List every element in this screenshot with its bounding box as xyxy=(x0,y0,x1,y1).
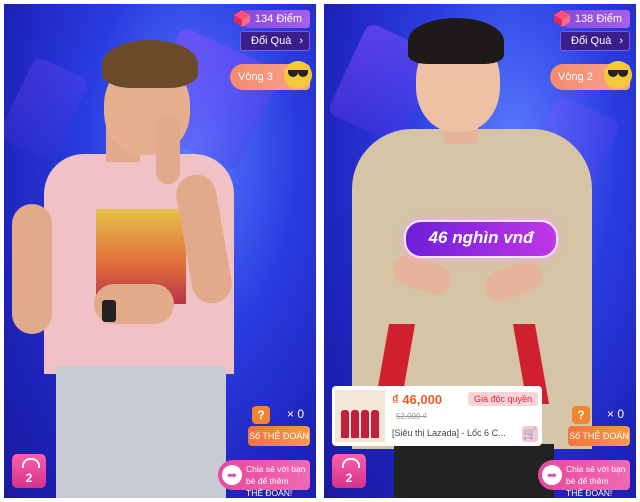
bag-count: 2 xyxy=(345,471,353,485)
round-label: Vòng 3 xyxy=(238,71,273,83)
shopping-bag-icon xyxy=(22,458,40,468)
guess-cards-widget[interactable]: ? × 0 Số THẺ ĐOÁN xyxy=(248,406,310,448)
livestream-panel-right: 138 Điểm Đổi Quà › Vòng 2 46 nghìn vnđ ₫… xyxy=(324,4,636,498)
watch xyxy=(102,300,116,322)
price-guess-banner: 46 nghìn vnđ xyxy=(404,220,558,258)
pants xyxy=(394,444,554,498)
arm xyxy=(12,204,52,334)
redeem-label: Đổi Quà xyxy=(251,35,292,47)
guess-cards-widget[interactable]: ? × 0 Số THẺ ĐOÁN xyxy=(568,406,630,448)
share-text: Chia sẻ với bạn bè để thêm THẺ ĐOÁN! xyxy=(566,464,626,498)
points-widget[interactable]: 138 Điểm Đổi Quà › xyxy=(554,10,630,51)
product-card[interactable]: ₫ 46,000 Giá độc quyền 52,000 ₫ [Siêu th… xyxy=(332,386,542,446)
product-price: ₫ 46,000 xyxy=(392,392,443,407)
exclusive-price-tag: Giá độc quyền xyxy=(467,392,538,406)
gift-icon xyxy=(234,10,250,27)
product-image xyxy=(335,390,385,442)
question-card-icon: ? xyxy=(572,406,590,424)
product-name: [Siêu thị Lazada] - Lốc 6 C... xyxy=(392,428,506,438)
hair xyxy=(408,18,504,64)
livestream-panel-left: 134 Điểm Đổi Quà › Vòng 3 ? × 0 Số THẺ Đ… xyxy=(4,4,316,498)
guess-count: × 0 xyxy=(606,407,624,421)
sunglasses-emoji-icon xyxy=(604,61,632,89)
gift-icon xyxy=(554,10,570,27)
bag-count: 2 xyxy=(25,471,33,485)
cart-icon[interactable]: 🛒 xyxy=(522,426,538,442)
round-badge: Vòng 3 xyxy=(230,61,312,90)
shopping-bag-button[interactable]: 2 xyxy=(332,454,366,488)
pants xyxy=(56,366,226,498)
shopping-bag-button[interactable]: 2 xyxy=(12,454,46,488)
chevron-right-icon: › xyxy=(299,35,303,47)
chevron-right-icon: › xyxy=(619,35,623,47)
redeem-label: Đổi Quà xyxy=(571,35,612,47)
guess-count: × 0 xyxy=(286,407,304,421)
points-widget[interactable]: 134 Điểm Đổi Quà › xyxy=(234,10,310,51)
guess-cards-button[interactable]: Số THẺ ĐOÁN xyxy=(568,426,630,446)
round-label: Vòng 2 xyxy=(558,71,593,83)
round-badge: Vòng 2 xyxy=(550,61,632,90)
sunglasses-emoji-icon xyxy=(284,61,312,89)
hair xyxy=(102,40,198,88)
share-text: Chia sẻ với bạn bè để thêm THẺ ĐOÁN! xyxy=(246,464,306,498)
question-card-icon: ? xyxy=(252,406,270,424)
shopping-bag-icon xyxy=(342,458,360,468)
guess-cards-button[interactable]: Số THẺ ĐOÁN xyxy=(248,426,310,446)
share-button[interactable]: ➦ Chia sẻ với bạn bè để thêm THẺ ĐOÁN! xyxy=(538,460,630,498)
share-arrow-icon: ➦ xyxy=(222,465,242,485)
share-button[interactable]: ➦ Chia sẻ với bạn bè để thêm THẺ ĐOÁN! xyxy=(218,460,310,498)
share-arrow-icon: ➦ xyxy=(542,465,562,485)
redeem-gift-button[interactable]: Đổi Quà › xyxy=(240,31,310,51)
hand-raised xyxy=(156,114,180,184)
redeem-gift-button[interactable]: Đổi Quà › xyxy=(560,31,630,51)
original-price: 52,000 ₫ xyxy=(396,412,427,421)
